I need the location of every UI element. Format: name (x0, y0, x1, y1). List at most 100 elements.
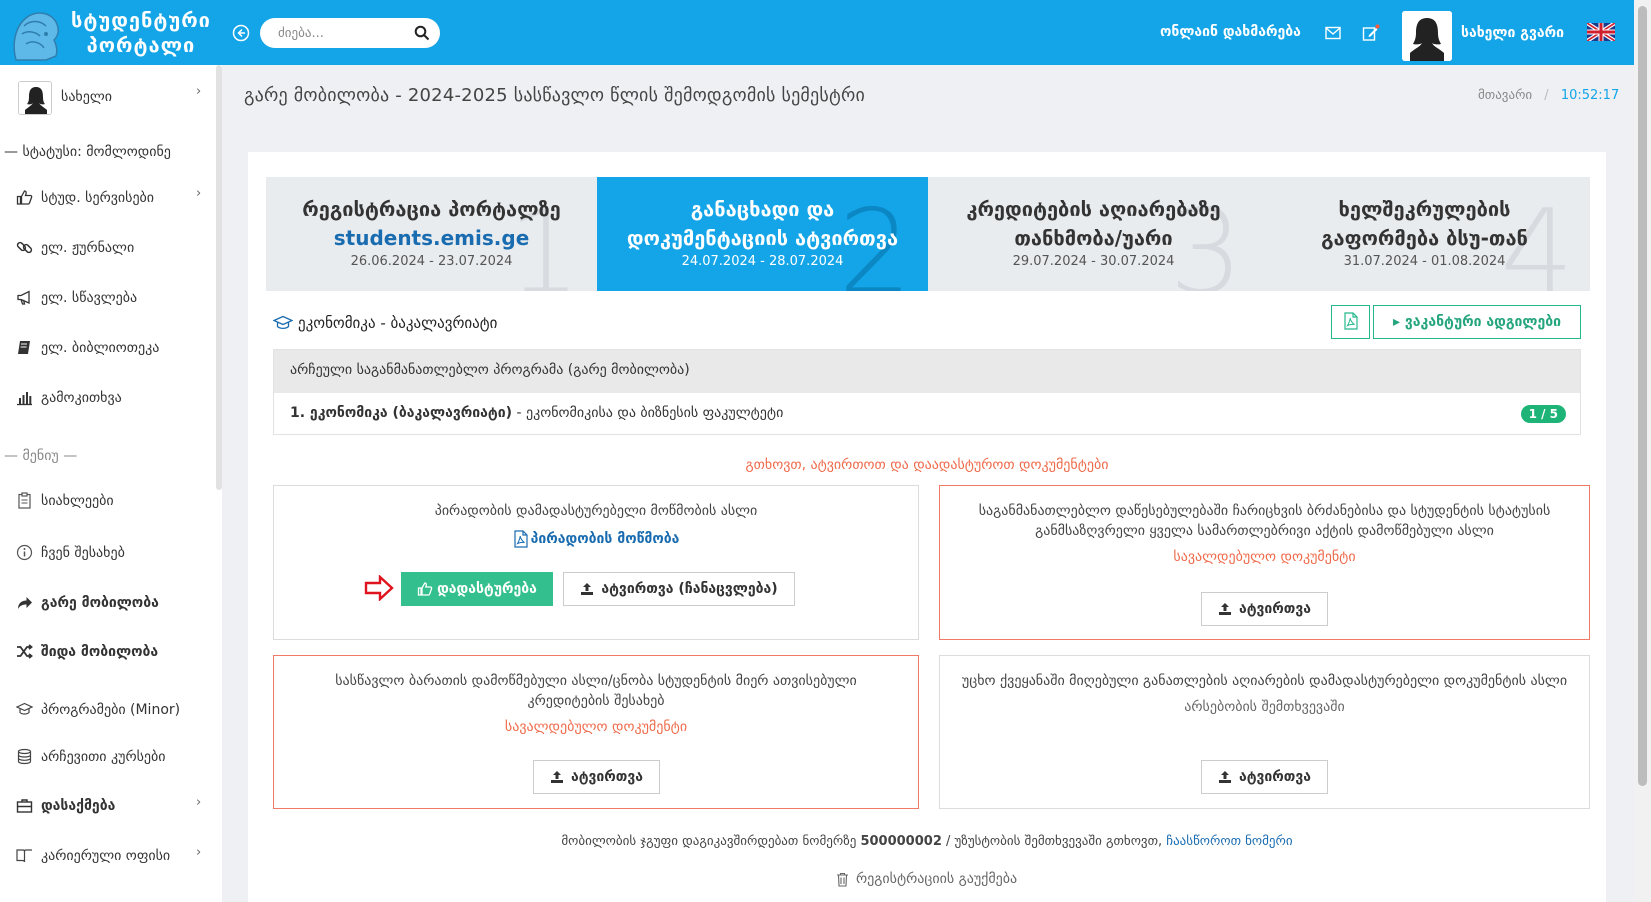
upload-button[interactable]: ატვირთვა (533, 760, 660, 794)
breadcrumb-home[interactable]: მთავარი (1478, 88, 1532, 103)
breadcrumb: მთავარი / 10:52:17 (1478, 88, 1619, 103)
search-input[interactable] (278, 24, 408, 42)
card-id-document: პირადობის დამადასტურებელი მოწმობის ასლი … (273, 485, 919, 640)
required-tag: სავალდებულო დოკუმენტი (504, 719, 688, 735)
program-name: ეკონომიკა - ბაკალავრიატი (273, 314, 497, 332)
thumbs-up-icon (417, 582, 433, 596)
book-open-icon (16, 849, 32, 863)
shuffle-icon (17, 644, 33, 659)
card-title: საგანმანათლებლო დაწესებულებაში ჩარიცხვის… (978, 503, 1551, 539)
back-icon[interactable] (232, 24, 250, 42)
program-table: არჩეული საგანმანათლებლო პროგრამა (გარე მ… (273, 349, 1581, 435)
cancel-registration-button[interactable]: რეგისტრაციის გაუქმება (836, 871, 1017, 887)
database-icon (17, 748, 32, 765)
upload-icon (1218, 603, 1231, 615)
logo-head-icon (13, 12, 59, 61)
required-tag: სავალდებულო დოკუმენტი (1173, 549, 1356, 565)
step-credits: 3 კრედიტების აღიარებაზე თანხმობა/უარი 29… (928, 177, 1259, 291)
phone-number: 500000002 (860, 834, 942, 849)
scrollbar-thumb[interactable] (1638, 6, 1647, 786)
online-help-link[interactable]: ონლაინ დახმარება (1160, 24, 1301, 40)
user-avatar[interactable] (1402, 11, 1452, 61)
caret-right-icon: ▸ (1392, 314, 1405, 330)
step-title: განაცხადი და დოკუმენტაციის ატვირთვა (626, 197, 899, 250)
pdf-file-icon (514, 530, 528, 548)
step-title: რეგისტრაცია პორტალზე (302, 197, 561, 221)
card-title: პირადობის დამადასტურებელი მოწმობის ასლი (434, 503, 758, 519)
priority-badge: 1 / 5 (1520, 405, 1566, 423)
upload-icon (581, 583, 594, 595)
program-title: 1. ეკონომიკა (ბაკალავრიატი) (290, 405, 513, 421)
sidebar-menu-header: — მენიუ — (4, 448, 78, 464)
vacancies-button[interactable]: ▸ ვაკანტური ადგილები (1373, 305, 1581, 339)
contact-note: მობილობის ჯგუფი დაგიკავშირდებათ ნომერზე … (561, 834, 1293, 849)
sidebar-item-elective-courses[interactable]: არჩევითი კურსები (16, 748, 166, 765)
megaphone-icon (17, 290, 30, 305)
sidebar-item-internal-mobility[interactable]: შიდა მობილობა (16, 643, 158, 660)
upload-button[interactable]: ატვირთვა (1201, 592, 1328, 626)
sidebar-item-employment[interactable]: დასაქმება (16, 797, 115, 814)
graduation-cap-icon (16, 702, 33, 715)
confirm-button[interactable]: დადასტურება (401, 572, 553, 606)
upload-notice: გთხოვთ, ატვირთოთ და დაადასტუროთ დოკუმენტ… (745, 457, 1109, 473)
sidebar-item-external-mobility[interactable]: გარე მობილობა (16, 594, 159, 611)
card-title: უცხო ქვეყანაში მიღებული განათლების აღიარ… (961, 673, 1568, 689)
sidebar-item-survey[interactable]: გამოკითხვა (16, 389, 122, 406)
bar-chart-icon (17, 392, 32, 406)
logo-text: სტუდენტური პორტალი (71, 8, 211, 57)
upload-icon (550, 771, 563, 783)
link-icon (16, 241, 33, 254)
clock: 10:52:17 (1560, 88, 1620, 103)
upload-icon (1218, 771, 1231, 783)
step-dates: 31.07.2024 - 01.08.2024 (1343, 254, 1506, 269)
page-title: გარე მობილობა - 2024-2025 სასწავლო წლის … (244, 85, 866, 106)
arrow-right-icon (364, 575, 394, 601)
steps-bar: 1 რეგისტრაცია პორტალზე students.emis.ge 2… (266, 177, 1590, 291)
briefcase-icon (16, 799, 33, 813)
avatar-silhouette-icon (1402, 11, 1452, 61)
chevron-right-icon[interactable]: › (196, 795, 201, 810)
sidebar-item-news[interactable]: სიახლეები (16, 492, 114, 509)
step-registration: 1 რეგისტრაცია პორტალზე students.emis.ge 2… (266, 177, 597, 291)
username[interactable]: სახელი გვარი (1461, 25, 1564, 41)
step-title: ხელშეკრულების გაფორმება ბსუ-თან (1321, 197, 1528, 250)
portal-logo[interactable]: სტუდენტური პორტალი (0, 0, 222, 65)
flag-uk-icon[interactable] (1587, 23, 1615, 41)
chevron-right-icon[interactable]: › (196, 845, 201, 860)
sidebar-profile-name[interactable]: სახელი (61, 89, 112, 105)
card-title: სასწავლო ბარათის დამოწმებული ასლი/ცნობა … (335, 673, 857, 709)
edit-icon[interactable] (1362, 24, 1380, 42)
sidebar-item-e-learning[interactable]: ელ. სწავლება (16, 289, 137, 306)
trash-icon (837, 872, 848, 887)
sidebar-scrollbar[interactable] (216, 65, 222, 490)
page-scrollbar[interactable] (1634, 0, 1651, 902)
faculty-name: - ეკონომიკისა და ბიზნესის ფაკულტეტი (512, 405, 784, 421)
fix-number-link[interactable]: ჩაასწოროთ ნომერი (1166, 834, 1292, 849)
sidebar-item-career-office[interactable]: კარიერული ოფისი (16, 847, 170, 864)
mail-icon[interactable] (1325, 26, 1341, 40)
sidebar-item-e-library[interactable]: ელ. ბიბლიოთეკა (16, 339, 159, 356)
sidebar-item-e-journal[interactable]: ელ. ჟურნალი (16, 239, 134, 256)
sidebar-item-minor-programs[interactable]: პროგრამები (Minor) (16, 701, 180, 718)
step-application: 2 განაცხადი და დოკუმენტაციის ატვირთვა 24… (597, 177, 928, 291)
step-dates: 29.07.2024 - 30.07.2024 (1012, 254, 1175, 269)
graduation-cap-icon (273, 315, 293, 330)
search-icon[interactable] (414, 25, 430, 41)
upload-button[interactable]: ატვირთვა (1201, 760, 1328, 794)
sidebar-status: — სტატუსი: მომლოდინე (4, 144, 171, 160)
optional-tag: არსებობის შემთხვევაში (1184, 699, 1345, 715)
search-box[interactable] (260, 18, 440, 48)
chevron-right-icon[interactable]: › (196, 186, 201, 201)
table-row: 1. ეკონომიკა (ბაკალავრიატი) - ეკონომიკის… (274, 393, 1580, 435)
sidebar-avatar[interactable] (18, 81, 52, 115)
sidebar-item-student-services[interactable]: სტუდ. სერვისები (16, 189, 154, 206)
sidebar-item-about[interactable]: ჩვენ შესახებ (16, 544, 125, 561)
share-icon (18, 597, 32, 609)
id-document-link[interactable]: პირადობის მოწმობა (513, 530, 679, 548)
replace-upload-button[interactable]: ატვირთვა (ჩანაცვლება) (563, 572, 795, 606)
top-bar: სტუდენტური პორტალი ონლაინ დახმარება სახე… (0, 0, 1634, 65)
clipboard-icon (18, 492, 31, 509)
chevron-right-icon[interactable]: › (196, 84, 201, 99)
step-dates: 26.06.2024 - 23.07.2024 (350, 254, 513, 269)
pdf-button[interactable] (1331, 305, 1370, 339)
